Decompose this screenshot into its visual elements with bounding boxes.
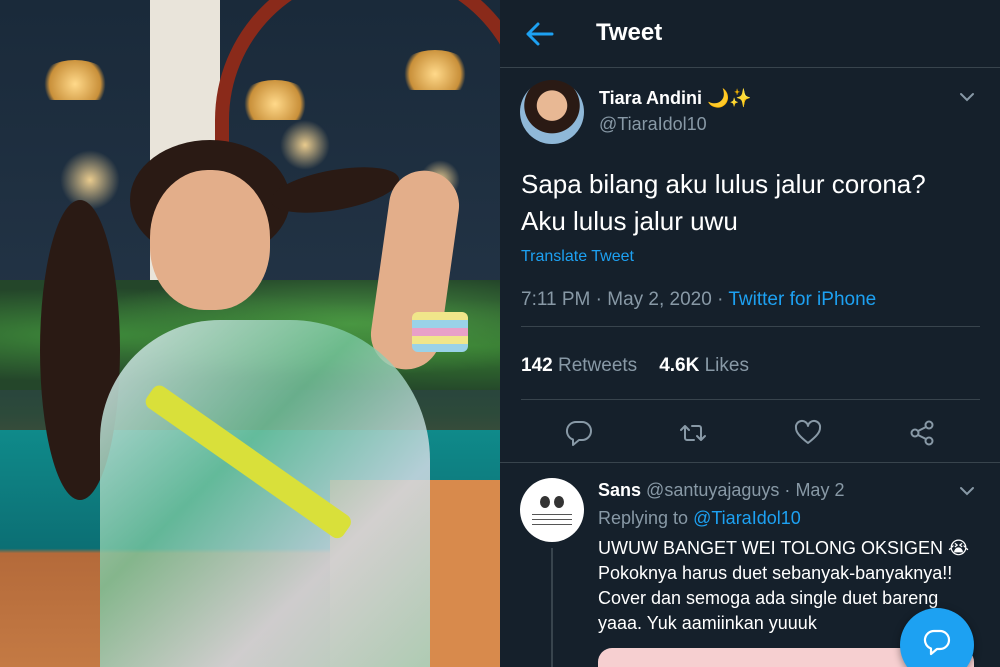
tweet-date: May 2, 2020 (607, 289, 712, 310)
divider (521, 399, 980, 400)
compose-reply-icon (923, 629, 951, 656)
likes-count: 4.6K (659, 355, 700, 376)
retweets-count: 142 (521, 355, 553, 376)
arrow-left-icon[interactable] (524, 20, 556, 48)
tweet-source-link[interactable]: Twitter for iPhone (728, 289, 876, 310)
tweet-time: 7:11 PM (521, 289, 591, 310)
author-name[interactable]: Tiara Andini 🌙✨ (599, 88, 752, 109)
tweet-actions (500, 410, 1000, 454)
likes-stat[interactable]: 4.6K Likes (659, 355, 749, 376)
tweet-text-line: Sapa bilang aku lulus jalur corona? (521, 169, 926, 199)
avatar[interactable] (520, 478, 584, 542)
chevron-down-icon[interactable] (956, 480, 978, 502)
striped-cuff (412, 312, 468, 352)
divider (500, 462, 1000, 463)
replying-to: Replying to @TiaraIdol10 (598, 508, 801, 529)
chevron-down-icon[interactable] (956, 86, 978, 108)
meta-separator: · (717, 289, 724, 310)
share-icon[interactable] (907, 418, 937, 448)
top-bar: Tweet (500, 0, 1000, 68)
meta-separator: · (784, 480, 791, 500)
ceiling-lamp (240, 80, 310, 120)
replying-to-mention[interactable]: @TiaraIdol10 (693, 508, 801, 528)
translate-tweet-link[interactable]: Translate Tweet (521, 248, 634, 266)
tweet-stats: 142 Retweets 4.6K Likes (521, 355, 749, 377)
face (150, 170, 270, 310)
meta-separator: · (595, 289, 602, 310)
thread-line (551, 548, 553, 667)
avatar[interactable] (520, 80, 584, 144)
ceiling-lamp (400, 50, 470, 90)
tweet-photo[interactable] (0, 0, 500, 667)
heart-icon[interactable] (793, 418, 823, 448)
likes-label: Likes (704, 355, 749, 376)
tweet-panel: Tweet Tiara Andini 🌙✨ @TiaraIdol10 Sapa … (500, 0, 1000, 667)
reply-header: Sans @santuyajaguys · May 2 (598, 480, 844, 501)
author-handle[interactable]: @TiaraIdol10 (599, 114, 707, 135)
bokeh-light (60, 150, 120, 210)
reply-author-handle[interactable]: @santuyajaguys (646, 480, 779, 500)
tweet-text: Sapa bilang aku lulus jalur corona? Aku … (521, 166, 981, 240)
ceiling-lamp (40, 60, 110, 100)
reply-author-name[interactable]: Sans (598, 480, 641, 500)
bokeh-light (280, 120, 330, 170)
reply-text-line: Pokoknya harus duet sebanyak-banyaknya!! (598, 563, 953, 583)
reply-date: May 2 (795, 480, 845, 500)
reply-text-line: Cover dan semoga ada single duet bareng (598, 588, 939, 608)
page-title: Tweet (596, 19, 663, 46)
comment-icon[interactable] (564, 418, 594, 448)
holographic-jacket (100, 320, 430, 667)
reply-text-line: UWUW BANGET WEI TOLONG OKSIGEN 😭 (598, 538, 970, 558)
divider (521, 326, 980, 327)
tweet-text-line: Aku lulus jalur uwu (521, 206, 738, 236)
retweets-stat[interactable]: 142 Retweets (521, 355, 637, 376)
tweet-meta: 7:11 PM · May 2, 2020 · Twitter for iPho… (521, 289, 876, 311)
tweet-author: Tiara Andini 🌙✨ @TiaraIdol10 (520, 80, 980, 146)
replying-to-label: Replying to (598, 508, 689, 528)
retweets-label: Retweets (557, 355, 638, 376)
retweet-icon[interactable] (678, 418, 708, 448)
